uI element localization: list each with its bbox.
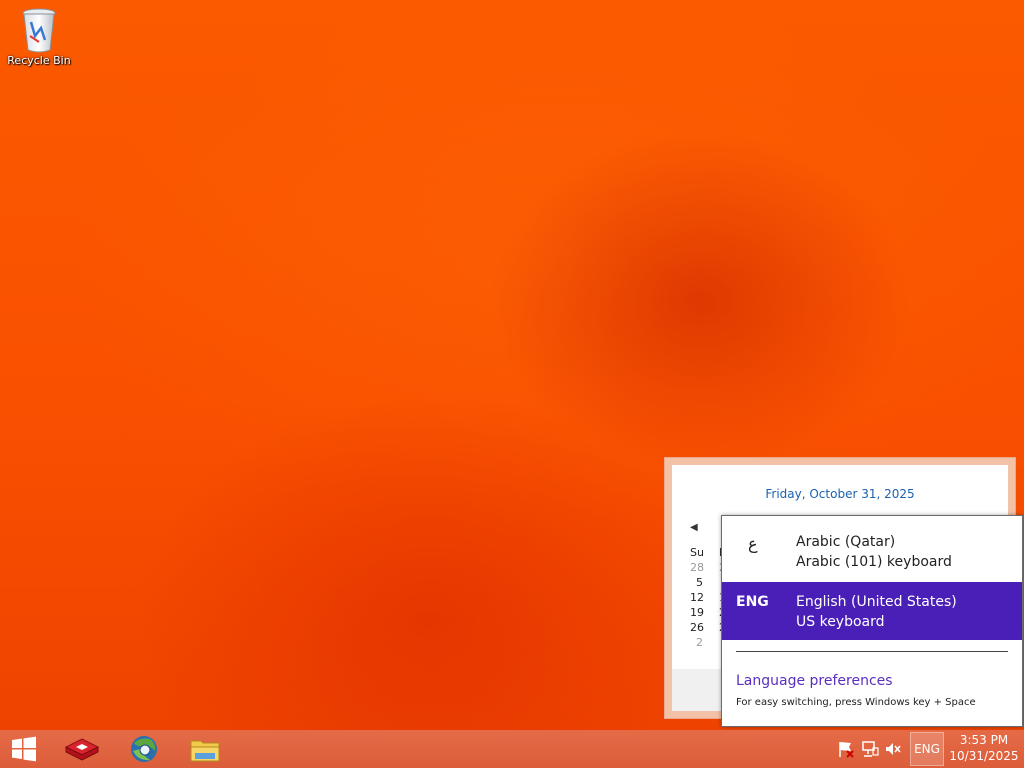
network-icon[interactable] [860, 739, 880, 759]
desktop-icon-label: Recycle Bin [7, 54, 71, 67]
browser-icon [131, 736, 157, 762]
language-item-arabic-qatar[interactable]: ع Arabic (Qatar) Arabic (101) keyboard [722, 522, 1022, 580]
calendar-day[interactable]: 28 [690, 560, 720, 575]
windows-start-icon [12, 736, 36, 762]
language-item-english-us[interactable]: ENG English (United States) US keyboard [722, 582, 1022, 640]
desktop-icon-recycle-bin[interactable]: Recycle Bin [4, 4, 74, 67]
language-name: English (United States) [796, 594, 957, 610]
clock-date: 10/31/2025 [949, 749, 1019, 763]
language-name: Arabic (Qatar) [796, 534, 896, 550]
volume-muted-icon[interactable] [883, 739, 903, 759]
day-header-sunday: Su [690, 546, 704, 559]
desktop-background: Recycle Bin Friday, October 31, 2025 ◀ S… [0, 0, 1024, 730]
taskbar-file-explorer[interactable] [175, 730, 235, 768]
taskbar-app-launcher[interactable] [52, 730, 112, 768]
calendar-day[interactable]: 2 [690, 635, 720, 650]
keyboard-name: Arabic (101) keyboard [796, 554, 952, 570]
previous-month-icon[interactable]: ◀ [690, 522, 698, 533]
taskbar-browser[interactable] [114, 730, 174, 768]
calendar-day[interactable]: 5 [690, 575, 720, 590]
long-date-link[interactable]: Friday, October 31, 2025 [672, 487, 1008, 501]
calendar-day[interactable]: 19 [690, 605, 720, 620]
taskbar: ENG 3:53 PM 10/31/2025 [0, 730, 1024, 768]
input-indicator-button[interactable]: ENG [910, 732, 944, 766]
calendar-sunday-column: Su 28 5 12 19 26 2 [690, 545, 720, 650]
language-abbreviation: ENG [736, 594, 769, 610]
start-button[interactable] [0, 730, 48, 768]
keyboard-name: US keyboard [796, 614, 885, 630]
taskbar-clock[interactable]: 3:53 PM 10/31/2025 [948, 732, 1020, 766]
language-flyout: ع Arabic (Qatar) Arabic (101) keyboard E… [721, 515, 1023, 727]
flyout-divider [736, 651, 1008, 652]
language-abbreviation: ع [748, 534, 758, 553]
switching-hint: For easy switching, press Windows key + … [736, 697, 976, 708]
language-preferences-link[interactable]: Language preferences [736, 673, 893, 689]
calendar-day[interactable]: 12 [690, 590, 720, 605]
calendar-day[interactable]: 26 [690, 620, 720, 635]
app-launcher-icon [65, 738, 99, 761]
recycle-bin-icon [22, 8, 56, 53]
action-center-flag-icon[interactable] [836, 739, 856, 759]
clock-time: 3:53 PM [959, 733, 1009, 747]
file-explorer-icon [190, 740, 220, 762]
